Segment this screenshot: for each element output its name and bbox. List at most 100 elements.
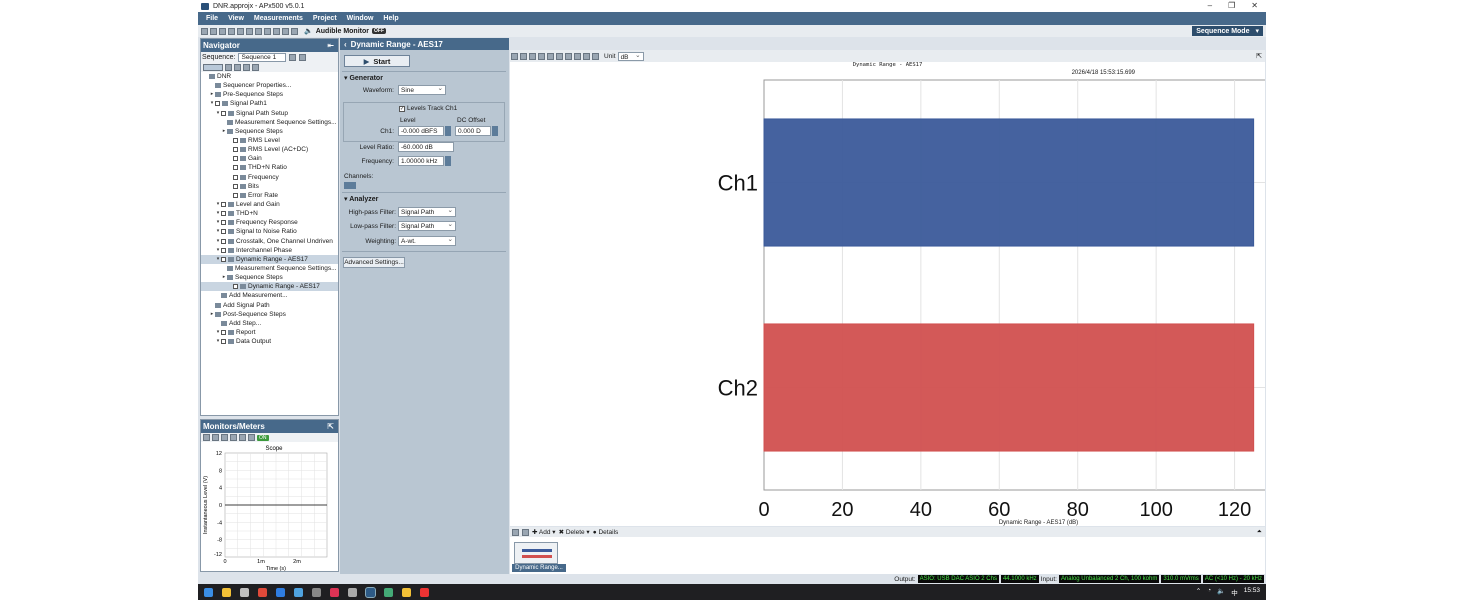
- ch1-dc-input[interactable]: 0.000 D: [455, 126, 491, 136]
- frequency-input[interactable]: 1.00000 kHz: [398, 156, 444, 166]
- menu-project[interactable]: Project: [313, 15, 337, 22]
- tree-item[interactable]: Add Measurement...: [201, 291, 338, 300]
- graph-tool-icon[interactable]: [574, 52, 581, 60]
- sequence-settings-icon[interactable]: [289, 54, 297, 61]
- sequence-mode-button[interactable]: Sequence Mode ▾: [1192, 26, 1263, 36]
- ch1-level-stepper[interactable]: [445, 126, 451, 136]
- new-file-icon[interactable]: [201, 27, 208, 35]
- checkbox-icon[interactable]: [233, 165, 238, 171]
- checkbox-icon[interactable]: [221, 202, 226, 208]
- graph-tool-icon[interactable]: [529, 52, 536, 60]
- graph-tool-icon[interactable]: [583, 52, 590, 60]
- taskbar-app-icon[interactable]: [348, 587, 357, 597]
- result-thumbnail[interactable]: [514, 542, 558, 564]
- tree-item[interactable]: THD+N Ratio: [201, 163, 338, 172]
- tree-item[interactable]: RMS Level (AC+DC): [201, 145, 338, 154]
- popout-icon[interactable]: ⇱: [327, 422, 334, 431]
- taskbar-app-icon[interactable]: [240, 587, 249, 597]
- tree-item[interactable]: ▸ Pre-Sequence Steps: [201, 90, 338, 99]
- unit-select[interactable]: dB: [617, 51, 644, 61]
- ch1-dc-stepper[interactable]: [492, 126, 498, 136]
- network-icon[interactable]: ◔: [1207, 587, 1211, 597]
- weighting-select[interactable]: A-wt.: [398, 235, 456, 246]
- input-device[interactable]: Analog Unbalanced 2 Ch, 100 kohm: [1058, 575, 1160, 583]
- audible-monitor-toggle[interactable]: OFF: [372, 28, 386, 34]
- chevron-up-icon[interactable]: ⌃: [1196, 587, 1201, 597]
- graph-tool-icon[interactable]: [556, 52, 563, 60]
- tree-item[interactable]: ▾ Crosstalk, One Channel Undriven: [201, 237, 338, 246]
- tree-item[interactable]: ▾ Signal Path1: [201, 99, 338, 108]
- checkbox-icon[interactable]: [221, 256, 226, 262]
- details-button[interactable]: ● Details: [593, 529, 619, 536]
- tree-item[interactable]: ▸ Sequence Steps: [201, 273, 338, 282]
- menu-window[interactable]: Window: [347, 15, 374, 22]
- tree-tool-icon[interactable]: [252, 64, 259, 71]
- bar-ch2[interactable]: [763, 323, 1255, 452]
- checkbox-icon[interactable]: [221, 110, 226, 116]
- audible-monitor[interactable]: 🔈 Audible Monitor OFF: [304, 27, 386, 35]
- checkbox-icon[interactable]: [233, 147, 238, 153]
- checkbox-icon[interactable]: [221, 229, 226, 235]
- apx500-taskbar-icon[interactable]: [365, 586, 376, 598]
- sequence-select[interactable]: Sequence 1: [238, 53, 287, 62]
- input-level[interactable]: 310.0 mVrms: [1161, 575, 1201, 583]
- menu-view[interactable]: View: [228, 15, 244, 22]
- menu-file[interactable]: File: [206, 15, 218, 22]
- browser-icon[interactable]: [276, 587, 285, 597]
- channels-selector[interactable]: [344, 182, 356, 189]
- monitors-on-toggle[interactable]: ON: [257, 434, 269, 441]
- waveform-select[interactable]: Sine: [398, 84, 446, 95]
- tree-item[interactable]: ▾ Dynamic Range - AES17: [201, 254, 338, 264]
- signal-path-icon[interactable]: [255, 27, 262, 35]
- close-button[interactable]: ✕: [1251, 0, 1258, 12]
- scope-icon[interactable]: [203, 434, 210, 441]
- checkbox-icon[interactable]: [233, 183, 238, 189]
- checkbox-icon[interactable]: [233, 284, 238, 290]
- meter-icon[interactable]: [212, 434, 219, 441]
- meter-icon[interactable]: [221, 434, 228, 441]
- taskbar-app-icon[interactable]: [402, 587, 411, 597]
- tree-item[interactable]: RMS Level: [201, 136, 338, 145]
- tree-item[interactable]: Frequency: [201, 173, 338, 182]
- graph-tool-icon[interactable]: [592, 52, 599, 60]
- tree-tool-icon[interactable]: [234, 64, 241, 71]
- checkbox-icon[interactable]: [221, 220, 226, 226]
- generator-icon[interactable]: [273, 27, 280, 35]
- checkbox-icon[interactable]: [221, 211, 226, 217]
- results-tool-icon[interactable]: [512, 528, 519, 536]
- delete-result-button[interactable]: ✖ Delete ▾: [559, 528, 590, 536]
- tree-item[interactable]: Measurement Sequence Settings...: [201, 264, 338, 273]
- open-file-icon[interactable]: [210, 27, 217, 35]
- checkbox-icon[interactable]: [221, 330, 226, 335]
- minimize-button[interactable]: –: [1208, 0, 1212, 12]
- tree-item[interactable]: ▾ Signal Path Setup: [201, 109, 338, 118]
- meter-icon[interactable]: [239, 434, 246, 441]
- taskbar-app-icon[interactable]: [384, 587, 393, 597]
- file-explorer-icon[interactable]: [222, 587, 231, 597]
- start-button[interactable]: ▶ Start: [344, 55, 410, 67]
- maximize-button[interactable]: ❐: [1228, 0, 1235, 12]
- hpf-select[interactable]: Signal Path: [398, 206, 456, 217]
- checkbox-icon[interactable]: [221, 339, 226, 345]
- meter-icon[interactable]: [248, 434, 255, 441]
- start-menu-icon[interactable]: [204, 587, 213, 597]
- report-icon[interactable]: [291, 27, 298, 35]
- tree-item[interactable]: Error Rate: [201, 191, 338, 200]
- checkbox-icon[interactable]: [221, 238, 226, 244]
- save-icon[interactable]: [219, 27, 226, 35]
- levels-track-checkbox[interactable]: ✓ Levels Track Ch1: [399, 105, 457, 112]
- undo-icon[interactable]: [237, 27, 244, 35]
- tree-item[interactable]: Add Step...: [201, 319, 338, 328]
- taskbar-app-icon[interactable]: [258, 587, 267, 597]
- ch1-level-input[interactable]: -0.000 dBFS: [398, 126, 444, 136]
- graph-tool-icon[interactable]: [520, 52, 527, 60]
- tree-item[interactable]: Measurement Sequence Settings...: [201, 118, 338, 127]
- graph-tool-icon[interactable]: [547, 52, 554, 60]
- tree-item[interactable]: ▾ THD+N: [201, 209, 338, 218]
- frequency-stepper[interactable]: [445, 156, 451, 166]
- volume-icon[interactable]: 🔈: [1217, 587, 1225, 597]
- advanced-settings-button[interactable]: Advanced Settings...: [343, 257, 405, 268]
- generator-section[interactable]: ▾ Generator: [344, 74, 383, 82]
- taskbar-app-icon[interactable]: [420, 587, 429, 597]
- taskbar-app-icon[interactable]: [294, 587, 303, 597]
